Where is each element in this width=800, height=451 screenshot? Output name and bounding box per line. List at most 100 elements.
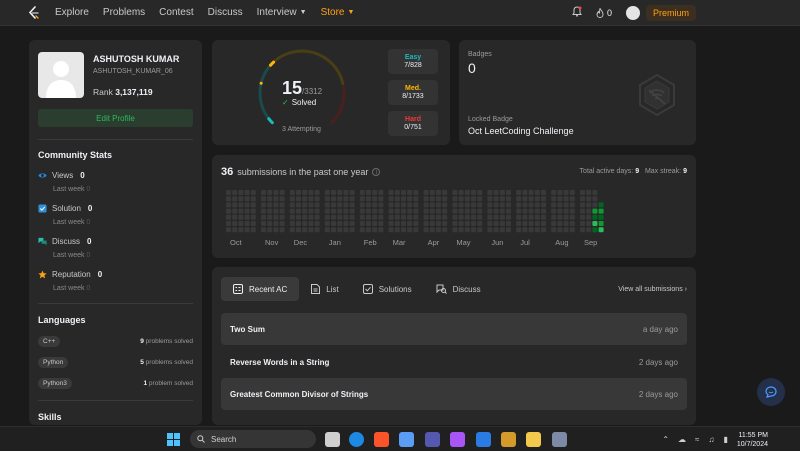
- windows-start-icon[interactable]: [167, 433, 180, 446]
- heatmap-cell[interactable]: [267, 196, 273, 202]
- heatmap-cell[interactable]: [522, 221, 528, 226]
- heatmap-cell[interactable]: [401, 196, 406, 202]
- cloud-icon[interactable]: ☁: [678, 435, 686, 444]
- heatmap-cell[interactable]: [244, 196, 250, 202]
- heatmap-cell[interactable]: [413, 221, 419, 226]
- heatmap-cell[interactable]: [413, 214, 419, 220]
- heatmap-cell[interactable]: [458, 214, 464, 220]
- heatmap-cell[interactable]: [296, 221, 301, 226]
- heatmap-cell[interactable]: [534, 221, 540, 226]
- heatmap-cell-active[interactable]: [598, 208, 604, 214]
- heatmap-cell[interactable]: [324, 221, 330, 226]
- heatmap-cell[interactable]: [337, 214, 343, 220]
- heatmap-cell[interactable]: [250, 214, 256, 220]
- heatmap-cell[interactable]: [407, 221, 413, 226]
- heatmap-cell[interactable]: [436, 214, 441, 220]
- heatmap-cell[interactable]: [464, 227, 470, 233]
- heatmap-cell[interactable]: [541, 227, 546, 233]
- heatmap-cell[interactable]: [359, 190, 365, 195]
- heatmap-cell[interactable]: [477, 227, 483, 233]
- heatmap-cell[interactable]: [586, 227, 592, 233]
- heatmap-cell[interactable]: [289, 208, 295, 214]
- heatmap-cell[interactable]: [349, 227, 355, 233]
- heatmap-cell[interactable]: [279, 221, 285, 226]
- heatmap-cell[interactable]: [413, 202, 419, 208]
- heatmap-cell-active[interactable]: [592, 221, 598, 226]
- heatmap-cell[interactable]: [423, 196, 429, 202]
- heatmap-cell[interactable]: [506, 208, 511, 214]
- heatmap-cell[interactable]: [442, 208, 448, 214]
- heatmap-cell[interactable]: [232, 227, 238, 233]
- heatmap-cell[interactable]: [493, 221, 499, 226]
- heatmap-cell[interactable]: [324, 190, 330, 195]
- heatmap-cell[interactable]: [314, 196, 320, 202]
- difficulty-easy[interactable]: Easy 7/828: [388, 49, 438, 74]
- heatmap-cell[interactable]: [324, 208, 330, 214]
- heatmap-cell[interactable]: [343, 196, 349, 202]
- heatmap-cell[interactable]: [580, 227, 585, 233]
- heatmap-cell[interactable]: [586, 208, 592, 214]
- heatmap-cell[interactable]: [337, 208, 343, 214]
- heatmap-cell[interactable]: [267, 208, 273, 214]
- heatmap-cell[interactable]: [302, 227, 308, 233]
- language-tag[interactable]: Python: [38, 357, 69, 368]
- heatmap-cell[interactable]: [289, 190, 295, 195]
- heatmap-cell[interactable]: [493, 227, 499, 233]
- heatmap-cell[interactable]: [343, 202, 349, 208]
- heatmap-cell[interactable]: [267, 202, 273, 208]
- heatmap-cell[interactable]: [324, 202, 330, 208]
- heatmap-cell[interactable]: [359, 221, 365, 226]
- heatmap-cell[interactable]: [506, 227, 511, 233]
- difficulty-hard[interactable]: Hard 0/751: [388, 111, 438, 136]
- heatmap-cell[interactable]: [238, 202, 244, 208]
- heatmap-cell[interactable]: [429, 196, 435, 202]
- heatmap-cell[interactable]: [516, 221, 522, 226]
- heatmap-cell[interactable]: [337, 196, 343, 202]
- recent-ac-row[interactable]: Reverse Words in a String 2 days ago: [221, 346, 687, 378]
- heatmap-cell[interactable]: [586, 202, 592, 208]
- heatmap-cell[interactable]: [557, 214, 563, 220]
- heatmap-cell[interactable]: [302, 196, 308, 202]
- heatmap-cell[interactable]: [506, 190, 511, 195]
- heatmap-cell[interactable]: [569, 208, 575, 214]
- heatmap-cell[interactable]: [487, 190, 493, 195]
- heatmap-cell[interactable]: [477, 221, 483, 226]
- heatmap-cell[interactable]: [423, 208, 429, 214]
- heatmap-cell[interactable]: [477, 196, 483, 202]
- heatmap-cell[interactable]: [359, 196, 365, 202]
- heatmap-cell[interactable]: [436, 202, 441, 208]
- heatmap-cell[interactable]: [226, 196, 231, 202]
- heatmap-cell[interactable]: [232, 202, 238, 208]
- heatmap-cell[interactable]: [331, 221, 336, 226]
- tab-recent-ac[interactable]: Recent AC: [221, 277, 300, 301]
- heatmap-cell[interactable]: [273, 227, 279, 233]
- heatmap-cell[interactable]: [226, 190, 231, 195]
- heatmap-cell[interactable]: [331, 196, 336, 202]
- heatmap-cell[interactable]: [296, 196, 301, 202]
- heatmap-cell[interactable]: [551, 190, 557, 195]
- heatmap-cell[interactable]: [516, 190, 522, 195]
- heatmap-cell[interactable]: [273, 196, 279, 202]
- heatmap-cell[interactable]: [238, 208, 244, 214]
- heatmap-cell[interactable]: [506, 196, 511, 202]
- battery-icon[interactable]: ▮: [723, 435, 727, 444]
- heatmap-cell[interactable]: [308, 227, 314, 233]
- heatmap-cell[interactable]: [407, 208, 413, 214]
- heatmap-cell[interactable]: [557, 227, 563, 233]
- nav-contest[interactable]: Contest: [159, 7, 193, 18]
- heatmap-cell[interactable]: [522, 202, 528, 208]
- heatmap-cell[interactable]: [289, 221, 295, 226]
- heatmap-cell[interactable]: [563, 208, 569, 214]
- heatmap-cell[interactable]: [423, 202, 429, 208]
- heatmap-cell[interactable]: [296, 214, 301, 220]
- heatmap-cell[interactable]: [343, 214, 349, 220]
- locked-badge-icon[interactable]: [634, 72, 680, 118]
- heatmap-cell[interactable]: [413, 208, 419, 214]
- heatmap-cell[interactable]: [324, 196, 330, 202]
- heatmap-cell[interactable]: [569, 214, 575, 220]
- heatmap-cell[interactable]: [586, 196, 592, 202]
- heatmap-cell[interactable]: [528, 202, 534, 208]
- heatmap-cell[interactable]: [458, 202, 464, 208]
- heatmap-cell[interactable]: [580, 208, 585, 214]
- heatmap-cell[interactable]: [250, 202, 256, 208]
